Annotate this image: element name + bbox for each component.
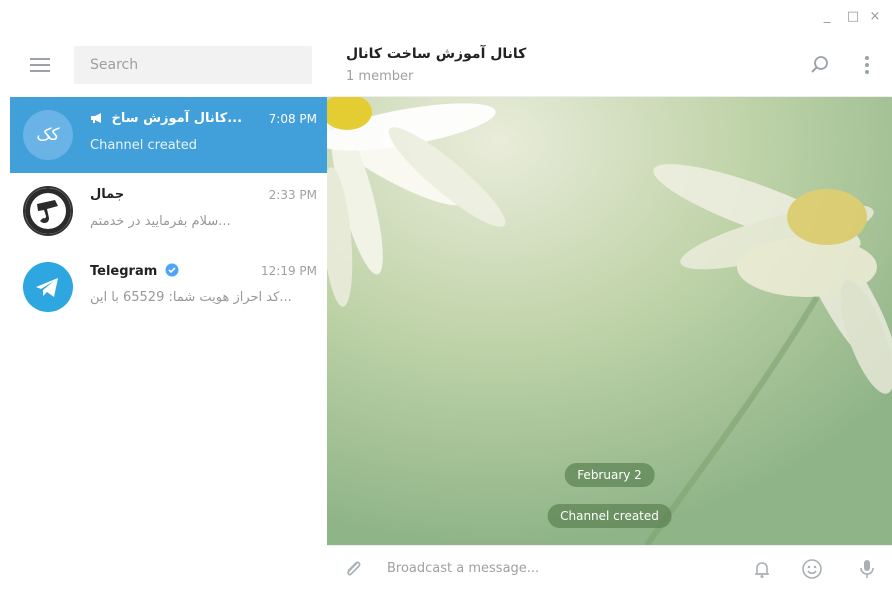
message-composer: Broadcast a message... xyxy=(327,545,892,592)
chat-header: کانال آموزش ساخت کانال 1 member xyxy=(327,34,892,97)
minimize-button[interactable]: _ xyxy=(818,9,836,25)
chat-time: 2:33 PM xyxy=(268,188,317,202)
service-message: Channel created xyxy=(547,504,672,528)
microphone-icon[interactable] xyxy=(855,557,879,581)
chat-time: 7:08 PM xyxy=(268,112,317,126)
avatar-initials: کک xyxy=(36,125,60,145)
chat-item-telegram[interactable]: Telegram 12:19 PM کد احراز هویت شما: 655… xyxy=(10,249,327,325)
chat-background: February 2 Channel created xyxy=(327,97,892,545)
megaphone-icon xyxy=(90,112,104,128)
chat-name-row: کانال آموزش ساخ... xyxy=(90,111,242,128)
sidebar: Search کک کانال آموزش ساخ... 7:08 PM Cha… xyxy=(10,34,327,592)
chat-preview: کد احراز هویت شما: 65529 با این... xyxy=(90,290,292,305)
chat-name: جمال xyxy=(90,187,125,202)
hamburger-menu-icon[interactable] xyxy=(30,56,52,74)
chat-list: کک کانال آموزش ساخ... 7:08 PM Channel cr… xyxy=(10,97,327,325)
notification-bell-icon[interactable] xyxy=(750,557,774,581)
member-count: 1 member xyxy=(346,69,414,84)
message-input[interactable]: Broadcast a message... xyxy=(387,561,539,576)
chat-preview: سلام بفرمایید در خدمتم... xyxy=(90,214,231,229)
avatar: کک xyxy=(23,110,73,160)
close-button[interactable]: × xyxy=(866,9,884,25)
chat-item-channel[interactable]: کک کانال آموزش ساخ... 7:08 PM Channel cr… xyxy=(10,97,327,173)
avatar xyxy=(23,186,73,236)
attach-icon[interactable] xyxy=(341,557,365,581)
chat-item-jamal[interactable]: جمال 2:33 PM سلام بفرمایید در خدمتم... xyxy=(10,173,327,249)
chat-name: کانال آموزش ساخ... xyxy=(111,111,243,126)
emoji-icon[interactable] xyxy=(800,557,824,581)
search-icon[interactable] xyxy=(809,54,831,76)
date-separator: February 2 xyxy=(564,463,655,487)
maximize-button[interactable]: □ xyxy=(844,9,862,25)
chat-name: Telegram xyxy=(90,264,158,279)
search-placeholder: Search xyxy=(90,57,139,73)
telegram-logo xyxy=(23,262,73,312)
chat-preview: Channel created xyxy=(90,138,198,153)
chat-panel: کانال آموزش ساخت کانال 1 member February… xyxy=(327,34,892,592)
telegram-window: _ □ × Search کک کانال آموزش ساخ... 7:08 … xyxy=(0,0,892,592)
search-input[interactable]: Search xyxy=(74,46,312,84)
title-bar: _ □ × xyxy=(0,0,892,34)
chat-time: 12:19 PM xyxy=(261,264,317,278)
chat-name-row: Telegram xyxy=(90,263,179,281)
channel-title[interactable]: کانال آموزش ساخت کانال xyxy=(346,46,526,62)
verified-badge-icon xyxy=(165,263,179,281)
more-menu-icon[interactable] xyxy=(856,54,878,76)
